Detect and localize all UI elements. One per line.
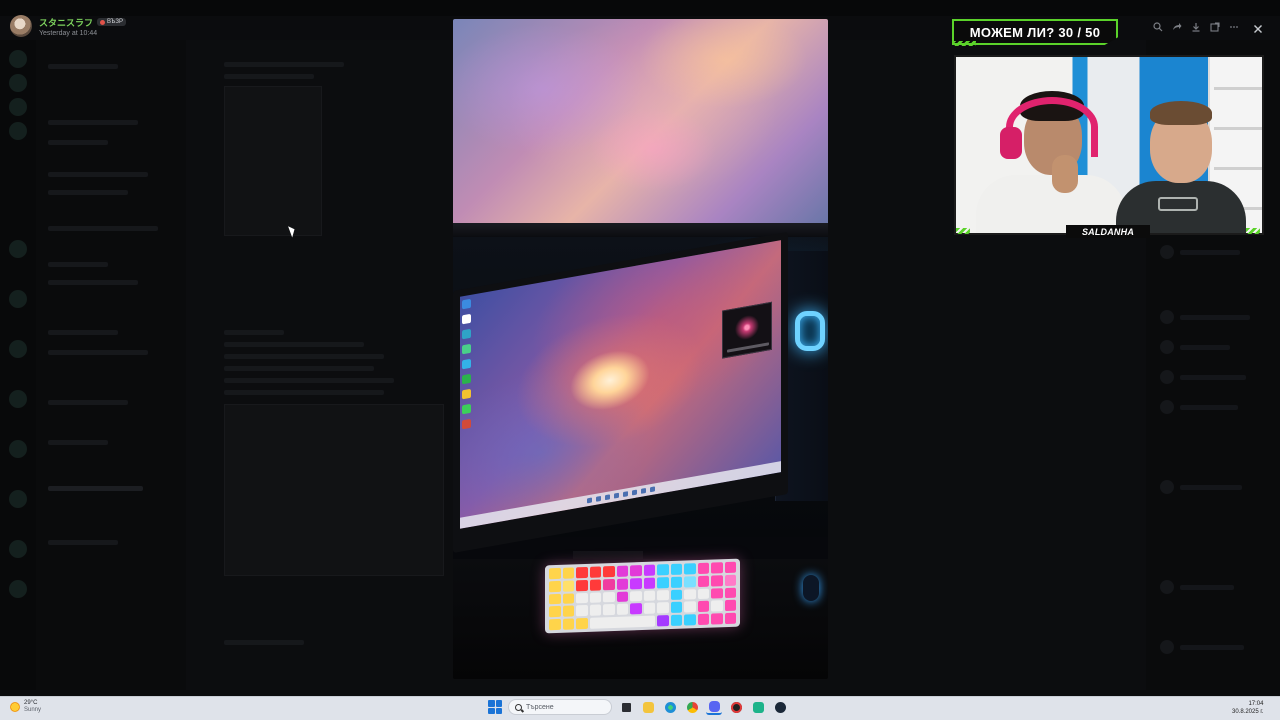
cam-corner-accent-left — [956, 228, 970, 234]
image-preview[interactable] — [453, 19, 828, 679]
more-icon[interactable] — [1226, 19, 1242, 35]
game-app-icon[interactable] — [728, 699, 744, 715]
rgb-keyboard — [545, 558, 740, 634]
viewer-toolbar — [1150, 19, 1242, 35]
streamer-left — [976, 83, 1126, 233]
weather-temp: 29°C — [24, 700, 38, 706]
download-icon[interactable] — [1188, 19, 1204, 35]
taskbar-search[interactable]: Търсене — [508, 699, 612, 715]
timestamp: Yesterday at 10:44 — [39, 29, 98, 37]
search-placeholder: Търсене — [526, 703, 554, 711]
challenge-counter: МОЖЕМ ЛИ? 30 / 50 — [952, 19, 1118, 45]
streamer-right — [1116, 95, 1246, 233]
pc-fan-glow — [795, 311, 825, 351]
weather-text: 29°C Sunny — [24, 700, 41, 714]
edge-icon[interactable] — [662, 699, 678, 715]
username[interactable]: スタニスラフ — [39, 16, 93, 29]
zoom-icon[interactable] — [1150, 19, 1166, 35]
background-server-rail — [0, 40, 36, 690]
clock-time: 17:04 — [1248, 701, 1264, 707]
screen: スタニスラフ ВЪЗР Yesterday at 10:44 МОЖЕМ ЛИ?… — [0, 0, 1280, 720]
file-explorer-icon[interactable] — [640, 699, 656, 715]
widget-caption — [727, 342, 769, 353]
chrome-icon[interactable] — [684, 699, 700, 715]
windows-taskbar: 29°C Sunny Търсене 17:04 30.8.2025 г. — [0, 696, 1280, 720]
weather-condition: Sunny — [24, 707, 42, 713]
webcam-overlay — [954, 55, 1264, 235]
badge-label: ВЪЗР — [107, 19, 124, 25]
steam-icon[interactable] — [772, 699, 788, 715]
monitor-screen — [460, 240, 781, 529]
forward-icon[interactable] — [1169, 19, 1185, 35]
upper-monitor-wallpaper — [453, 19, 828, 223]
role-badge: ВЪЗР — [97, 18, 127, 26]
avatar[interactable] — [10, 15, 32, 37]
open-external-icon[interactable] — [1207, 19, 1223, 35]
weather-widget[interactable]: 29°C Sunny — [10, 700, 41, 714]
discord-icon[interactable] — [706, 699, 722, 715]
widget-image — [733, 310, 761, 342]
clock-date: 30.8.2025 г. — [1232, 709, 1264, 715]
desktop-icons — [462, 298, 471, 430]
search-icon — [515, 703, 522, 711]
background-titlebar — [0, 0, 1280, 16]
close-icon[interactable] — [1248, 19, 1268, 39]
streamer-name-tag: SALDANHA — [1066, 225, 1150, 238]
app-icon[interactable] — [750, 699, 766, 715]
taskbar-center: Търсене — [488, 699, 788, 715]
cam-corner-accent-right — [1246, 228, 1260, 234]
desktop-widget — [722, 301, 772, 359]
badge-icon — [100, 19, 106, 25]
background-channel-list — [36, 40, 186, 690]
author-row: スタニスラフ ВЪЗР — [39, 16, 127, 29]
sun-icon — [10, 702, 20, 712]
task-view-icon[interactable] — [618, 699, 634, 715]
system-clock[interactable]: 17:04 30.8.2025 г. — [1232, 700, 1263, 716]
windows-start-icon[interactable] — [488, 700, 502, 714]
mouse — [803, 575, 819, 601]
image-author[interactable]: スタニスラフ ВЪЗР Yesterday at 10:44 — [10, 15, 127, 37]
author-meta: スタニスラフ ВЪЗР Yesterday at 10:44 — [39, 16, 127, 37]
counter-accent-stripes — [952, 41, 976, 46]
